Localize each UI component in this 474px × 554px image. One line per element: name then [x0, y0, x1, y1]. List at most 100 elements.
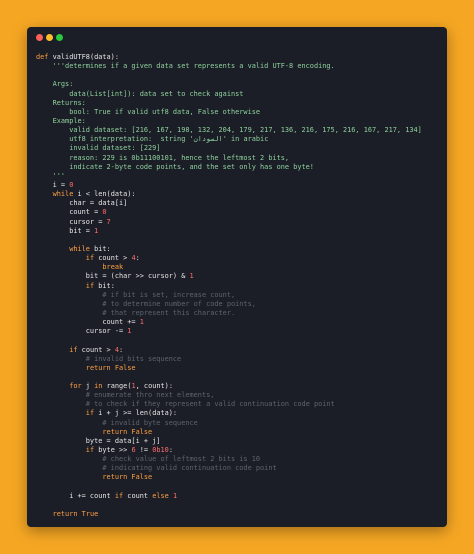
- code-line: return True: [36, 510, 443, 519]
- code-token: :: [168, 446, 173, 455]
- code-token: indicate 2-byte code points, and the set…: [36, 162, 314, 171]
- code-editor-window: def validUTF8(data): '''determines if a …: [27, 27, 447, 527]
- code-token: bit:: [94, 281, 115, 290]
- code-token: else: [152, 491, 169, 500]
- code-token: bit = (char >> cursor) &: [36, 272, 190, 281]
- code-token: Example:: [36, 116, 86, 125]
- code-line: bool: True if valid utf8 data, False oth…: [36, 108, 443, 117]
- code-line: byte = data[i + j]: [36, 437, 443, 446]
- code-token: '''determines if a given data set repres…: [36, 62, 335, 71]
- code-token: count =: [36, 208, 103, 217]
- code-line: invalid dataset: [229]: [36, 144, 443, 153]
- code-token: valid dataset: [216, 167, 198, 132, 204,…: [36, 126, 422, 135]
- code-token: count >: [77, 345, 115, 354]
- code-token: # indicating valid continuation code poi…: [36, 464, 277, 473]
- code-line: count = 0: [36, 208, 443, 217]
- minimize-window-button[interactable]: [46, 34, 53, 41]
- code-line: Returns:: [36, 99, 443, 108]
- code-token: if: [69, 345, 78, 354]
- code-token: :: [135, 254, 140, 263]
- code-token: 1: [139, 318, 144, 327]
- code-line: return False: [36, 428, 443, 437]
- code-token: cursor =: [36, 217, 107, 226]
- code-token: 0: [102, 208, 107, 217]
- code-token: # invalid byte sequence: [36, 418, 198, 427]
- code-token: for: [69, 382, 82, 391]
- code-token: while: [52, 190, 74, 199]
- code-token: range(: [102, 382, 132, 391]
- code-token: count: [123, 491, 153, 500]
- code-token: # to check if they represent a valid con…: [36, 400, 335, 409]
- code-token: if: [85, 409, 95, 418]
- code-line: Example:: [36, 117, 443, 126]
- window-titlebar: [27, 27, 447, 47]
- code-line: return False: [36, 473, 443, 482]
- code-token: byte >>: [94, 446, 132, 455]
- code-token: :: [119, 345, 124, 354]
- code-token: # that represent this character.: [36, 308, 236, 317]
- code-line: # that represent this character.: [36, 309, 443, 318]
- code-token: 0: [69, 180, 74, 189]
- code-line: i = 0: [36, 181, 443, 190]
- code-token: i + j >= len(data):: [94, 409, 178, 418]
- code-line: if i + j >= len(data):: [36, 409, 443, 418]
- code-line: # invalid byte sequence: [36, 419, 443, 428]
- code-line: ''': [36, 172, 443, 181]
- code-token: !=: [135, 446, 153, 455]
- code-token: invalid dataset: [229]: [36, 144, 161, 153]
- code-token: if: [85, 254, 95, 263]
- code-token: Args:: [36, 80, 74, 89]
- code-token: byte = data[i + j]: [36, 436, 161, 445]
- code-line: if count > 4:: [36, 346, 443, 355]
- code-line: Args:: [36, 80, 443, 89]
- code-token: , count):: [135, 382, 173, 391]
- code-token: count >: [94, 254, 132, 263]
- code-token: i =: [36, 180, 70, 189]
- code-line: # check value of leftmost 2 bits is 10: [36, 455, 443, 464]
- code-line: bit = (char >> cursor) & 1: [36, 272, 443, 281]
- code-token: if: [114, 491, 124, 500]
- code-line: cursor -= 1: [36, 327, 443, 336]
- code-token: bool: True if valid utf8 data, False oth…: [36, 107, 261, 116]
- close-window-button[interactable]: [36, 34, 43, 41]
- code-token: return True: [52, 510, 99, 519]
- code-token: 7: [106, 217, 111, 226]
- maximize-window-button[interactable]: [56, 34, 63, 41]
- code-line: for j in range(1, count):: [36, 382, 443, 391]
- code-token: utf8 interpretation: string 'السودان' in…: [36, 135, 269, 144]
- code-token: ''': [36, 171, 66, 180]
- code-line: # invalid bits sequence: [36, 355, 443, 364]
- code-line: char = data[i]: [36, 199, 443, 208]
- code-token: return False: [102, 427, 153, 436]
- code-token: # to determine number of code points,: [36, 299, 256, 308]
- code-token: 1: [172, 491, 178, 500]
- code-token: break: [102, 263, 124, 272]
- code-line: i += count if count else 1: [36, 492, 443, 501]
- code-line: if count > 4:: [36, 254, 443, 263]
- code-line: break: [36, 263, 443, 272]
- code-token: char = data[i]: [36, 199, 128, 208]
- code-line: # if bit is set, increase count,: [36, 291, 443, 300]
- code-token: 0b10: [152, 446, 169, 455]
- code-line: '''determines if a given data set repres…: [36, 62, 443, 71]
- code-token: bit =: [36, 226, 95, 235]
- code-line: while i < len(data):: [36, 190, 443, 199]
- code-token: data(List[int]): data set to check again…: [36, 89, 244, 98]
- code-line: def validUTF8(data):: [36, 53, 443, 62]
- code-line: data(List[int]): data set to check again…: [36, 90, 443, 99]
- code-token: 1: [94, 226, 99, 235]
- code-line: valid dataset: [216, 167, 198, 132, 204,…: [36, 126, 443, 135]
- code-token: reason: 229 is 0b11100101, hence the lef…: [36, 153, 290, 162]
